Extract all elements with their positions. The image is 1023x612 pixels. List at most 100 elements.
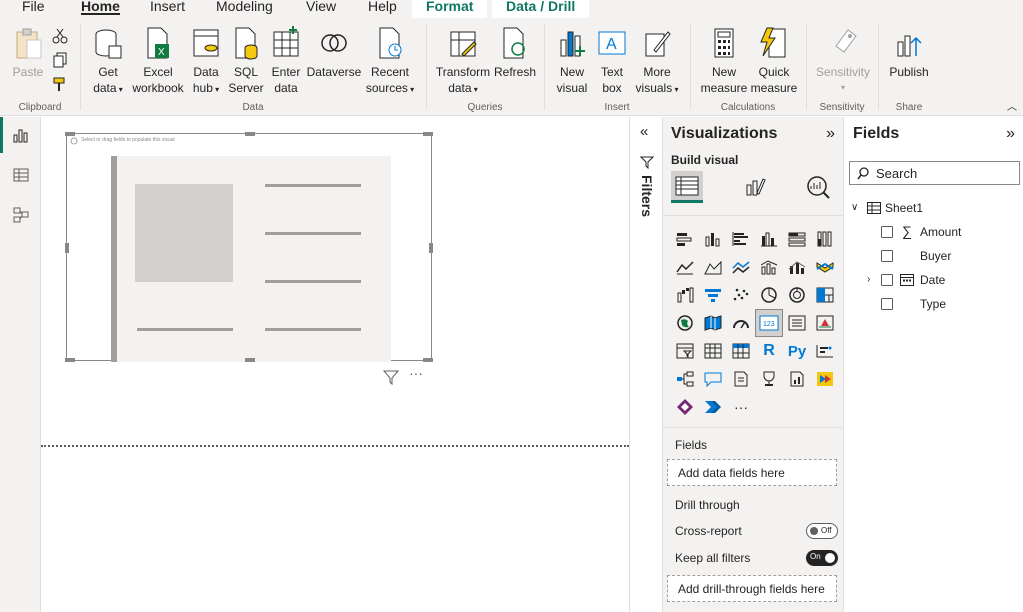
new-visual-button[interactable]: New visual [554, 26, 590, 96]
smart-narrative-icon[interactable] [727, 365, 755, 393]
power-automate-flow-icon[interactable] [699, 393, 727, 421]
keep-all-filters-toggle[interactable]: On [806, 550, 838, 566]
refresh-button[interactable]: Refresh [494, 26, 536, 80]
tab-modeling[interactable]: Modeling [216, 0, 273, 18]
tab-insert[interactable]: Insert [150, 0, 185, 18]
kpi-icon[interactable] [811, 309, 839, 337]
clustered-column-chart-icon[interactable] [755, 225, 783, 253]
map-icon[interactable] [671, 309, 699, 337]
scatter-chart-icon[interactable] [727, 281, 755, 309]
100-stacked-column-chart-icon[interactable] [811, 225, 839, 253]
100-stacked-bar-chart-icon[interactable] [783, 225, 811, 253]
search-input[interactable] [876, 165, 1016, 181]
enter-data-button[interactable]: Enter data [268, 26, 304, 96]
build-visual-tab[interactable] [671, 171, 703, 203]
line-and-stacked-column-chart-icon[interactable] [755, 253, 783, 281]
gauge-icon[interactable] [727, 309, 755, 337]
empty-visual-placeholder[interactable]: Select or drag fields to populate this v… [65, 132, 433, 362]
tab-home[interactable]: Home [81, 0, 120, 18]
collapse-visualizations-icon[interactable]: » [826, 125, 835, 143]
treemap-icon[interactable] [811, 281, 839, 309]
tab-data-drill[interactable]: Data / Drill [492, 0, 590, 18]
field-row-buyer[interactable]: Buyer [881, 246, 1019, 266]
analytics-icon[interactable] [805, 175, 831, 199]
filter-icon[interactable] [383, 369, 399, 385]
excel-workbook-button[interactable]: X Excel workbook [130, 26, 186, 96]
r-script-visual-icon[interactable]: R [755, 337, 783, 365]
chevron-down-icon[interactable]: ∨ [851, 198, 858, 218]
chevron-right-icon[interactable]: › [867, 270, 870, 290]
field-row-type[interactable]: Type [881, 294, 1019, 314]
report-canvas[interactable]: Select or drag fields to populate this v… [41, 117, 629, 612]
field-checkbox[interactable] [881, 298, 893, 310]
sql-server-button[interactable]: SQL Server [228, 26, 264, 96]
matrix-icon[interactable] [727, 337, 755, 365]
resize-handle[interactable] [245, 132, 255, 136]
tab-format[interactable]: Format [412, 0, 488, 18]
fields-drop-well[interactable]: Add data fields here [667, 459, 837, 486]
model-view-button[interactable] [0, 197, 41, 233]
power-automate-icon[interactable] [811, 365, 839, 393]
more-options-icon[interactable]: ··· [409, 365, 423, 381]
field-checkbox[interactable] [881, 226, 893, 238]
resize-handle[interactable] [65, 358, 75, 362]
waterfall-chart-icon[interactable] [671, 281, 699, 309]
field-checkbox[interactable] [881, 274, 893, 286]
cross-report-toggle[interactable]: Off [806, 523, 838, 539]
donut-chart-icon[interactable] [783, 281, 811, 309]
quick-measure-button[interactable]: Quick measure [750, 26, 798, 96]
pie-chart-icon[interactable] [755, 281, 783, 309]
collapse-fields-icon[interactable]: » [1006, 125, 1015, 143]
tab-view[interactable]: View [306, 0, 336, 18]
table-node-sheet1[interactable]: ∨ Sheet1 [851, 198, 1019, 218]
key-influencers-icon[interactable] [811, 337, 839, 365]
drillthrough-drop-well[interactable]: Add drill-through fields here [667, 575, 837, 602]
sensitivity-button[interactable]: Sensitivity ▾ [812, 26, 874, 96]
multi-row-card-icon[interactable] [783, 309, 811, 337]
paginated-report-icon[interactable] [783, 365, 811, 393]
metrics-icon[interactable] [755, 365, 783, 393]
new-measure-button[interactable]: New measure [700, 26, 748, 96]
table-view-button[interactable] [0, 157, 41, 193]
report-view-button[interactable] [0, 117, 41, 153]
collapse-ribbon-icon[interactable]: ︿ [1007, 98, 1017, 113]
dataverse-button[interactable]: Dataverse [306, 26, 362, 80]
field-row-date[interactable]: › Date [867, 270, 1019, 290]
more-visuals-icon[interactable]: ··· [727, 393, 755, 421]
stacked-column-chart-icon[interactable] [699, 225, 727, 253]
resize-handle[interactable] [429, 243, 433, 253]
field-checkbox[interactable] [881, 250, 893, 262]
format-painter-icon[interactable] [52, 76, 68, 92]
tab-file[interactable]: File [22, 0, 45, 18]
resize-handle[interactable] [65, 243, 69, 253]
clustered-bar-chart-icon[interactable] [727, 225, 755, 253]
card-icon[interactable]: 123 [755, 309, 783, 337]
publish-button[interactable]: Publish [886, 26, 932, 80]
funnel-chart-icon[interactable] [699, 281, 727, 309]
field-row-amount[interactable]: ∑ Amount [881, 222, 1019, 242]
python-visual-icon[interactable]: Py [783, 337, 811, 365]
expand-filters-icon[interactable]: « [640, 123, 648, 140]
transform-data-button[interactable]: Transform data ▾ [434, 26, 492, 98]
table-icon[interactable] [699, 337, 727, 365]
get-data-button[interactable]: Get data ▾ [88, 26, 128, 98]
recent-sources-button[interactable]: Recent sources ▾ [364, 26, 416, 98]
qa-visual-icon[interactable] [699, 365, 727, 393]
power-apps-icon[interactable] [671, 393, 699, 421]
filters-pane-collapsed[interactable]: « Filters [629, 117, 663, 612]
filled-map-icon[interactable] [699, 309, 727, 337]
area-chart-icon[interactable] [699, 253, 727, 281]
stacked-area-chart-icon[interactable] [727, 253, 755, 281]
resize-handle[interactable] [65, 132, 75, 136]
resize-handle[interactable] [423, 132, 433, 136]
text-box-button[interactable]: A Text box [594, 26, 630, 96]
line-chart-icon[interactable] [671, 253, 699, 281]
format-visual-icon[interactable] [743, 175, 767, 199]
more-visuals-button[interactable]: More visuals ▾ [632, 26, 682, 98]
slicer-icon[interactable] [671, 337, 699, 365]
resize-handle[interactable] [423, 358, 433, 362]
copy-icon[interactable] [52, 52, 68, 68]
tab-help[interactable]: Help [368, 0, 397, 18]
resize-handle[interactable] [245, 358, 255, 362]
ribbon-chart-icon[interactable] [811, 253, 839, 281]
